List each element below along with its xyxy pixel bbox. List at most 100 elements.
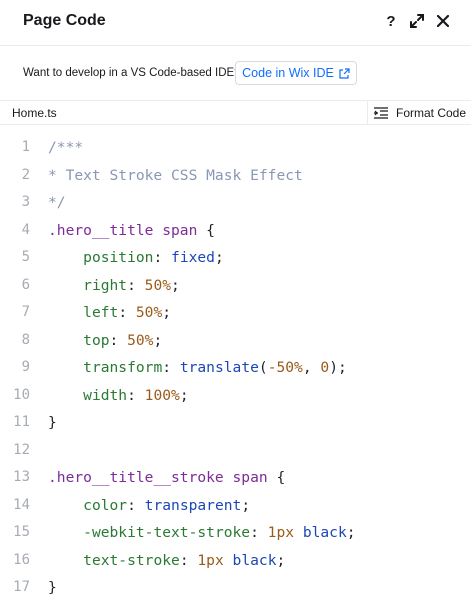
code-token: 1px <box>267 524 295 541</box>
code-token: .hero__title__stroke span <box>48 469 268 486</box>
code-line: 3 */ <box>0 189 471 217</box>
line-number: 12 <box>13 441 30 458</box>
code-token: : <box>250 524 268 541</box>
code-line: 4 .hero__title span { <box>0 217 471 245</box>
code-token: -webkit-text-stroke <box>83 524 251 541</box>
code-token: : <box>153 249 172 266</box>
code-token: top <box>83 331 110 349</box>
code-token: right <box>83 276 128 294</box>
code-line: 5 position: fixed; <box>0 244 471 272</box>
panel-header: Page Code ? <box>0 0 471 46</box>
tab-home-ts[interactable]: Home.ts <box>12 106 57 120</box>
code-in-wix-ide-button[interactable]: Code in Wix IDE <box>235 61 357 85</box>
code-line: 11} <box>0 409 471 437</box>
format-code-button[interactable]: Format Code <box>373 104 466 122</box>
code-text: text-stroke: 1px black; <box>48 547 285 575</box>
code-line: 8 top: 50%; <box>0 327 471 355</box>
code-token: color <box>83 496 128 514</box>
ide-button-label: Code in Wix IDE <box>242 66 334 80</box>
close-button[interactable] <box>432 10 454 32</box>
line-number: 3 <box>21 194 30 210</box>
code-token: 0 <box>320 359 330 376</box>
code-token: 1px <box>197 551 224 569</box>
code-token: : <box>118 304 136 321</box>
code-line: 14 color: transparent; <box>0 492 471 520</box>
code-token: 50% <box>127 331 154 349</box>
code-token: { <box>197 221 215 239</box>
editor-tab-bar: Home.ts Format Code <box>0 101 471 125</box>
line-number: 7 <box>21 304 30 320</box>
code-line: 12 <box>0 437 471 465</box>
code-text: .hero__title__stroke span { <box>48 464 285 492</box>
line-number: 10 <box>13 386 30 403</box>
code-text: * Text Stroke CSS Mask Effect <box>48 162 303 190</box>
code-token: ; <box>153 331 163 349</box>
line-number: 2 <box>21 166 30 183</box>
code-token: : <box>109 331 128 349</box>
ide-promo-bar: Want to develop in a VS Code-based IDE? … <box>0 47 471 101</box>
line-number: 17 <box>13 579 30 595</box>
code-token: : <box>179 551 198 569</box>
code-token: left <box>83 304 119 321</box>
expand-button[interactable] <box>406 10 428 32</box>
format-code-label: Format Code <box>396 106 467 120</box>
line-number: 13 <box>13 469 30 485</box>
code-text: transform: translate(-50%, 0); <box>48 354 347 382</box>
code-line: 2 * Text Stroke CSS Mask Effect <box>0 162 471 190</box>
code-token: ; <box>179 386 189 404</box>
line-number: 6 <box>21 276 30 293</box>
code-token: ; <box>162 304 172 321</box>
external-link-icon <box>339 67 350 79</box>
code-token: } <box>48 579 57 596</box>
line-number: 11 <box>13 414 30 430</box>
code-line: 15 -webkit-text-stroke: 1px black; <box>0 519 471 547</box>
tab-divider <box>367 101 368 124</box>
code-token: transparent <box>144 496 242 514</box>
code-token: ; <box>241 496 251 514</box>
code-token: : <box>127 386 145 404</box>
code-editor[interactable]: 1 /*** 2 * Text Stroke CSS Mask Effect 3 */ 4.… <box>0 134 471 613</box>
code-text: -webkit-text-stroke: 1px black; <box>48 519 355 547</box>
code-token: fixed <box>171 249 215 266</box>
code-text: width: 100%; <box>48 382 189 410</box>
code-text: */ <box>48 189 66 217</box>
code-token: -50% <box>267 359 303 376</box>
code-token: : <box>162 359 180 376</box>
code-line: 9 transform: translate(-50%, 0); <box>0 354 471 382</box>
code-token: 50% <box>135 304 163 321</box>
code-token: 100% <box>144 386 180 404</box>
ide-prompt: Want to develop in a VS Code-based IDE? <box>23 67 241 79</box>
code-text: } <box>48 574 57 602</box>
code-line: 7 left: 50%; <box>0 299 471 327</box>
code-token: black <box>302 524 347 541</box>
code-token: .hero__title span <box>48 221 198 239</box>
code-token: : <box>127 496 145 514</box>
code-line: 1 /*** <box>0 134 471 162</box>
code-text: right: 50%; <box>48 272 180 300</box>
expand-icon <box>410 14 424 28</box>
code-token: ; <box>171 276 180 294</box>
code-token: 50% <box>144 276 172 294</box>
line-number: 16 <box>13 551 30 568</box>
code-line: 6 right: 50%; <box>0 272 471 300</box>
line-number: 8 <box>21 331 30 348</box>
code-token: : <box>127 276 145 294</box>
code-text: /*** <box>48 134 83 162</box>
help-button[interactable]: ? <box>380 10 402 32</box>
code-text: color: transparent; <box>48 492 250 520</box>
code-text: position: fixed; <box>48 244 224 272</box>
code-line: 17} <box>0 574 471 602</box>
code-token: ( <box>258 359 268 376</box>
code-text: top: 50%; <box>48 327 162 355</box>
line-number: 9 <box>21 359 30 375</box>
code-token: width <box>83 386 128 404</box>
code-token: /*** <box>48 139 84 156</box>
code-token: */ <box>48 194 66 211</box>
